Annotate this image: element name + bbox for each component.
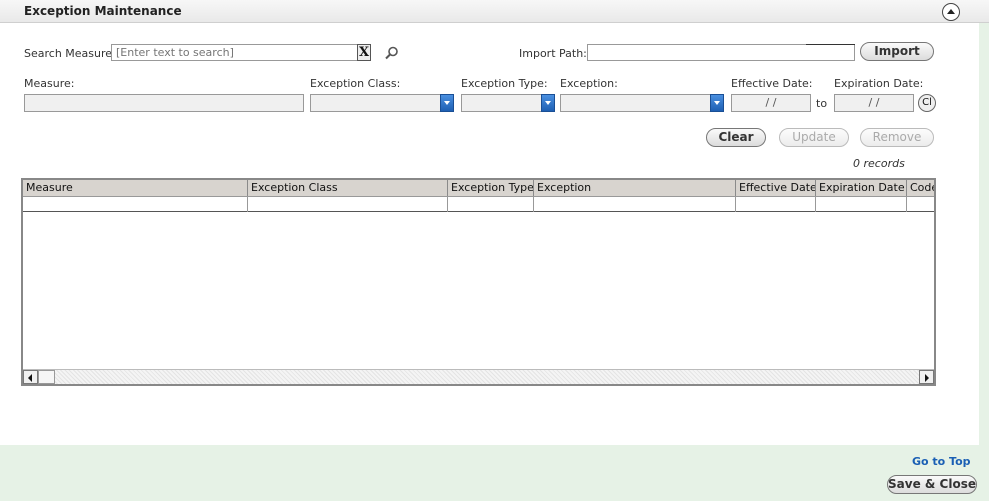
import-field-divider	[806, 44, 855, 45]
table-cell	[736, 197, 816, 212]
date-range-to-label: to	[816, 97, 828, 110]
search-input[interactable]	[111, 44, 358, 61]
column-header-exception-class[interactable]: Exception Class	[248, 180, 448, 196]
import-path-label: Import Path:	[519, 47, 587, 60]
table-cell	[448, 197, 534, 212]
table-row[interactable]	[23, 197, 934, 212]
update-button[interactable]: Update	[779, 128, 849, 147]
search-icon[interactable]	[385, 46, 399, 60]
column-header-code[interactable]: Code	[907, 180, 934, 196]
chevron-down-icon[interactable]	[440, 94, 454, 112]
go-to-top-link[interactable]: Go to Top	[912, 455, 971, 468]
expiration-date-field[interactable]: / /	[834, 94, 914, 112]
exception-type-label: Exception Type:	[461, 77, 548, 90]
column-header-exception-type[interactable]: Exception Type	[448, 180, 534, 196]
section-header: Exception Maintenance	[0, 0, 989, 23]
chevron-down-icon[interactable]	[710, 94, 724, 112]
calendar-button[interactable]: Cl	[918, 94, 936, 112]
collapse-icon[interactable]	[942, 3, 960, 21]
exception-label: Exception:	[560, 77, 618, 90]
clear-search-button[interactable]: X	[357, 44, 371, 61]
table-cell	[248, 197, 448, 212]
exception-type-select[interactable]	[461, 94, 555, 112]
save-and-close-button[interactable]: Save & Close	[887, 475, 977, 494]
scroll-left-icon[interactable]	[23, 370, 38, 384]
horizontal-scrollbar[interactable]	[23, 369, 934, 384]
effective-date-field[interactable]: / /	[731, 94, 811, 112]
remove-button[interactable]: Remove	[860, 128, 934, 147]
measure-label: Measure:	[24, 77, 75, 90]
clear-button[interactable]: Clear	[706, 128, 766, 147]
column-header-measure[interactable]: Measure	[23, 180, 248, 196]
table-cell	[23, 197, 248, 212]
section-title: Exception Maintenance	[24, 4, 182, 18]
chevron-down-icon[interactable]	[541, 94, 555, 112]
column-header-effective-date[interactable]: Effective Date	[736, 180, 816, 196]
effective-date-label: Effective Date:	[731, 77, 813, 90]
records-count: 0 records	[853, 157, 905, 170]
exception-class-select[interactable]	[310, 94, 454, 112]
column-header-exception[interactable]: Exception	[534, 180, 736, 196]
grid-header: Measure Exception Class Exception Type E…	[23, 180, 934, 197]
column-header-expiration-date[interactable]: Expiration Date	[816, 180, 907, 196]
table-cell	[816, 197, 907, 212]
expiration-date-label: Expiration Date:	[834, 77, 924, 90]
table-cell	[534, 197, 736, 212]
panel-edge	[979, 0, 989, 445]
import-path-field[interactable]	[587, 44, 855, 61]
exceptions-grid[interactable]: Measure Exception Class Exception Type E…	[21, 178, 936, 386]
measure-field[interactable]	[24, 94, 304, 112]
scroll-right-icon[interactable]	[919, 370, 934, 384]
page: Exception Maintenance Search Measure: X …	[0, 0, 989, 501]
scrollbar-thumb[interactable]	[38, 370, 55, 384]
import-button[interactable]: Import	[860, 42, 934, 61]
exception-select[interactable]	[560, 94, 724, 112]
exception-class-label: Exception Class:	[310, 77, 401, 90]
search-measure-label: Search Measure:	[24, 47, 116, 60]
